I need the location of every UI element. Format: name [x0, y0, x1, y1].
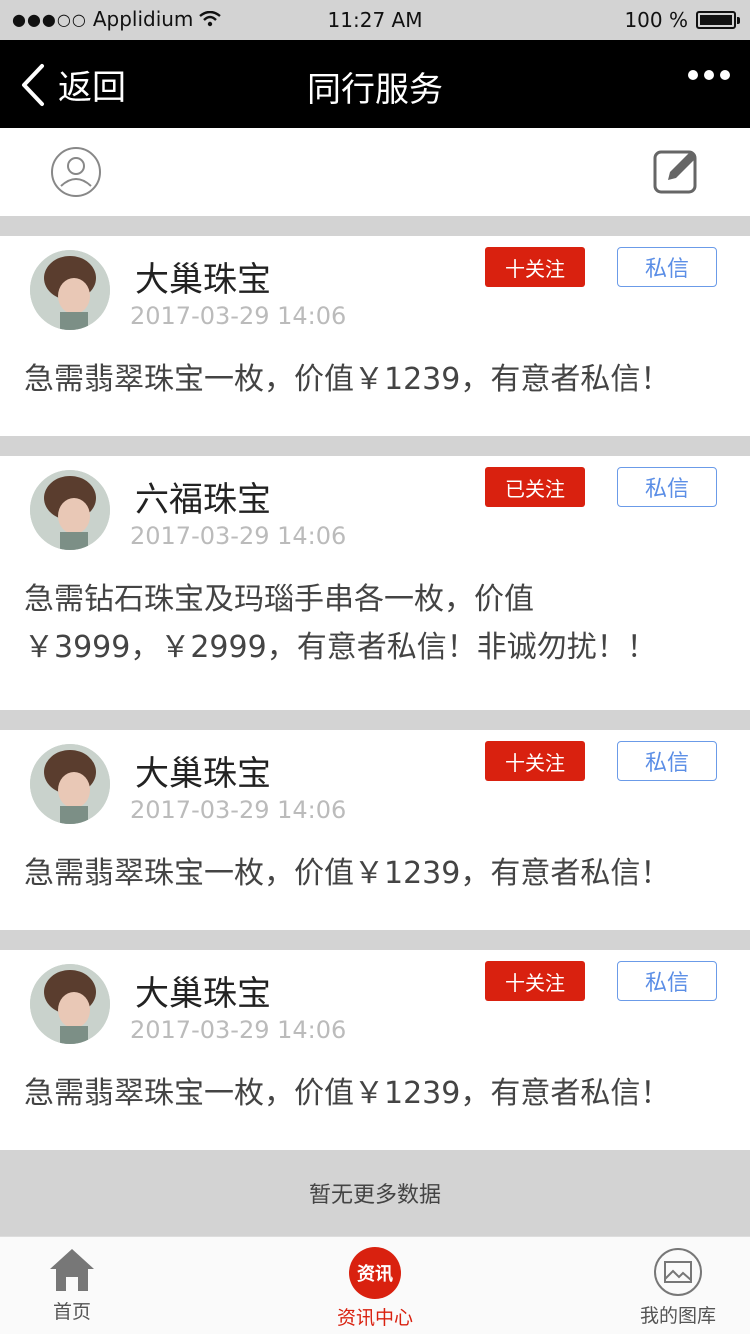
follow-button[interactable]: 已关注 — [485, 467, 585, 507]
tool-row — [0, 128, 750, 216]
post-time: 2017-03-29 14:06 — [130, 1016, 347, 1044]
battery-fill — [700, 15, 732, 25]
follow-button[interactable]: 十关注 — [485, 247, 585, 287]
user-name: 大巢珠宝 — [135, 260, 271, 300]
user-profile-button[interactable] — [50, 146, 102, 202]
post-content: 急需翡翠珠宝一枚，价值￥1239，有意者私信！ — [24, 1076, 671, 1111]
nav-bar: 返回 同行服务 — [0, 40, 750, 128]
avatar[interactable] — [30, 470, 110, 550]
follow-button[interactable]: 十关注 — [485, 961, 585, 1001]
post-content: 急需翡翠珠宝一枚，价值￥1239，有意者私信！ — [24, 856, 671, 891]
more-dot — [720, 70, 730, 80]
tab-label: 我的图库 — [639, 1305, 716, 1327]
avatar[interactable] — [30, 964, 110, 1044]
no-more-data: 暂无更多数据 — [0, 1150, 750, 1236]
avatar-image — [30, 250, 110, 330]
page-title: 同行服务 — [307, 70, 443, 110]
battery-text: 100 % — [624, 8, 688, 32]
more-dot — [704, 70, 714, 80]
avatar-image — [30, 744, 110, 824]
post-card: 大巢珠宝 2017-03-29 14:06 十关注 私信 急需翡翠珠宝一枚，价值… — [0, 236, 750, 436]
gallery-icon — [654, 1248, 702, 1296]
avatar[interactable] — [30, 744, 110, 824]
message-button[interactable]: 私信 — [617, 247, 717, 287]
message-button[interactable]: 私信 — [617, 741, 717, 781]
battery-icon — [696, 11, 740, 29]
more-button[interactable] — [688, 70, 730, 80]
post-content: 急需翡翠珠宝一枚，价值￥1239，有意者私信！ — [24, 362, 671, 397]
status-bar: ●●●○○ Applidium 11:27 AM 100 % — [0, 0, 750, 40]
avatar-image — [30, 470, 110, 550]
post-time: 2017-03-29 14:06 — [130, 302, 347, 330]
tab-label: 资讯中心 — [336, 1307, 413, 1329]
tab-bar: 首页 资讯 资讯中心 我的图库 — [0, 1236, 750, 1334]
post-content: 急需钻石珠宝及玛瑙手串各一枚，价值￥3999，￥2999，有意者私信！非诚勿扰！… — [24, 582, 657, 665]
post-card: 大巢珠宝 2017-03-29 14:06 十关注 私信 急需翡翠珠宝一枚，价值… — [0, 730, 750, 930]
home-icon — [50, 1249, 94, 1291]
post-card: 大巢珠宝 2017-03-29 14:06 十关注 私信 急需翡翠珠宝一枚，价值… — [0, 950, 750, 1150]
more-dot — [688, 70, 698, 80]
follow-button[interactable]: 十关注 — [485, 741, 585, 781]
post-time: 2017-03-29 14:06 — [130, 522, 347, 550]
user-name: 大巢珠宝 — [135, 754, 271, 794]
avatar-image — [30, 964, 110, 1044]
user-name: 大巢珠宝 — [135, 974, 271, 1014]
edit-post-button[interactable] — [652, 146, 702, 200]
message-button[interactable]: 私信 — [617, 961, 717, 1001]
tab-home[interactable]: 首页 — [2, 1247, 142, 1324]
edit-icon — [653, 150, 697, 194]
post-card: 六福珠宝 2017-03-29 14:06 已关注 私信 急需钻石珠宝及玛瑙手串… — [0, 456, 750, 710]
post-time: 2017-03-29 14:06 — [130, 796, 347, 824]
tab-label: 首页 — [52, 1301, 91, 1323]
avatar[interactable] — [30, 250, 110, 330]
message-button[interactable]: 私信 — [617, 467, 717, 507]
news-icon: 资讯 — [349, 1247, 401, 1299]
user-name: 六福珠宝 — [135, 480, 271, 520]
tab-gallery[interactable]: 我的图库 — [608, 1247, 748, 1328]
user-icon — [51, 147, 101, 197]
tab-news[interactable]: 资讯 资讯中心 — [305, 1247, 445, 1330]
battery-status: 100 % — [624, 8, 740, 32]
